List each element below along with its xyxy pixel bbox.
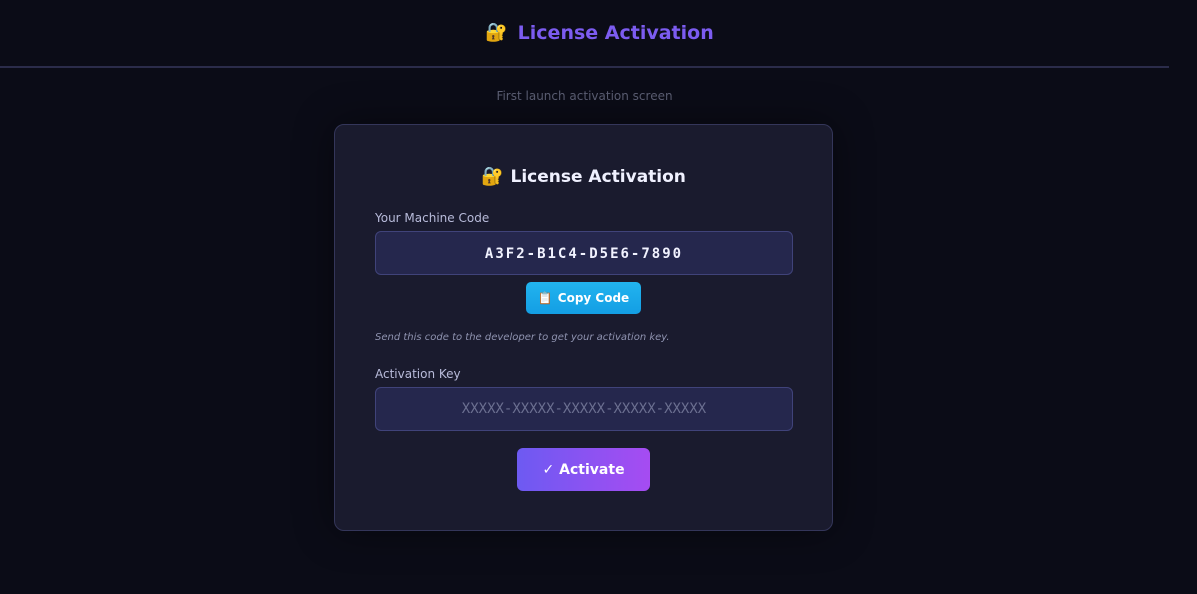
top-header: 🔐 License Activation [0,0,1169,68]
page-subtitle: First launch activation screen [496,89,673,103]
activation-key-input[interactable] [375,387,793,431]
page-title: 🔐 License Activation [485,22,713,44]
clipboard-icon: 📋 [537,291,553,305]
activation-hint: Send this code to the developer to get y… [375,332,670,343]
card-title: 🔐 License Activation [335,167,832,187]
activate-button[interactable]: ✓ Activate [517,448,650,491]
machine-code-label: Your Machine Code [375,211,490,225]
locked-with-key-icon: 🔐 [481,166,504,187]
copy-code-label: Copy Code [557,291,630,305]
page-title-text: License Activation [517,22,714,44]
locked-with-key-icon: 🔐 [485,22,508,43]
card-title-text: License Activation [510,167,686,187]
machine-code-field: A3F2-B1C4-D5E6-7890 [375,231,793,275]
license-card: 🔐 License Activation Your Machine Code A… [334,124,833,531]
copy-code-button[interactable]: 📋 Copy Code [526,282,641,314]
license-activation-page: 🔐 License Activation First launch activa… [0,0,1197,594]
activate-label: Activate [559,461,625,478]
activation-key-label: Activation Key [375,367,461,381]
check-icon: ✓ [542,461,555,478]
